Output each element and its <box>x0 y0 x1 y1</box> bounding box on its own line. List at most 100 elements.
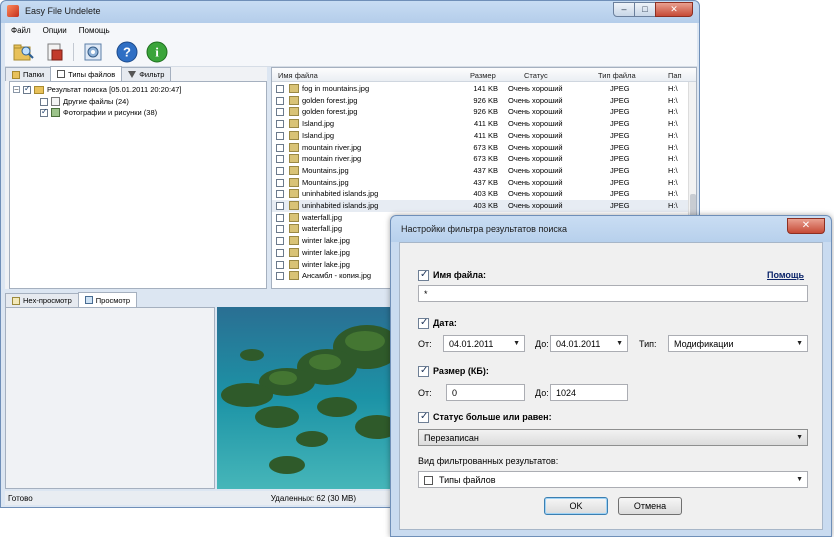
help-link[interactable]: Помощь <box>767 270 804 280</box>
file-row-checkbox[interactable] <box>276 96 284 105</box>
file-row-checkbox[interactable] <box>276 248 284 257</box>
view-select[interactable]: Типы файлов <box>418 471 808 488</box>
date-to-select[interactable]: 04.01.2011 <box>550 335 628 352</box>
date-type-select[interactable]: Модификации <box>668 335 808 352</box>
file-row-checkbox[interactable] <box>276 120 284 129</box>
file-name: Ансамбл - копия.jpg <box>302 271 372 281</box>
scan-folder-button[interactable] <box>11 40 35 64</box>
size-checkbox[interactable] <box>418 365 429 377</box>
jpeg-file-icon <box>289 84 299 93</box>
file-row[interactable]: Mountains.jpg 437 KB Очень хороший JPEG H:\ <box>272 177 690 189</box>
tree-item-checkbox[interactable] <box>40 97 48 106</box>
file-type-tree: – Результат поиска [05.01.2011 20:20:47]… <box>9 81 267 289</box>
folder-icon <box>34 85 44 94</box>
file-row-checkbox[interactable] <box>276 190 284 199</box>
dialog-close-button[interactable]: ✕ <box>787 218 825 234</box>
column-file-type[interactable]: Тип файла <box>598 71 636 80</box>
file-status: Очень хороший <box>508 107 563 117</box>
file-row-checkbox[interactable] <box>276 237 284 246</box>
file-folder: H:\ <box>668 95 678 105</box>
tab-hex-view[interactable]: Hex-просмотр <box>5 293 79 307</box>
size-to-input[interactable]: 1024 <box>550 384 628 401</box>
tree-root[interactable]: – Результат поиска [05.01.2011 20:20:47] <box>13 84 182 95</box>
file-row-checkbox[interactable] <box>276 108 284 117</box>
file-row-checkbox[interactable] <box>276 85 284 93</box>
menu-file[interactable]: Файл <box>5 26 37 35</box>
jpeg-file-icon <box>289 119 299 129</box>
file-row[interactable]: Island.jpg 411 KB Очень хороший JPEG H:\ <box>272 118 690 130</box>
file-name: waterfall.jpg <box>302 224 343 234</box>
tab-preview[interactable]: Просмотр <box>77 292 138 307</box>
file-row-checkbox[interactable] <box>276 155 284 164</box>
help-button[interactable]: ? <box>115 40 139 64</box>
file-row-checkbox[interactable] <box>276 213 284 222</box>
file-row-checkbox[interactable] <box>276 166 284 175</box>
status-select[interactable]: Перезаписан <box>418 429 808 446</box>
recover-button[interactable] <box>43 40 67 64</box>
tab-filter[interactable]: Фильтр <box>121 67 172 81</box>
filename-checkbox[interactable] <box>418 269 429 281</box>
file-row-checkbox[interactable] <box>276 272 284 281</box>
tree-root-checkbox[interactable] <box>23 84 31 94</box>
maximize-button[interactable]: □ <box>634 2 656 17</box>
cancel-button[interactable]: Отмена <box>618 497 682 515</box>
tab-folders[interactable]: Папки <box>5 67 52 81</box>
toolbar: ? i <box>5 37 697 67</box>
column-status[interactable]: Статус <box>524 71 548 80</box>
about-button[interactable]: i <box>145 40 169 64</box>
info-icon: i <box>146 41 168 63</box>
file-row[interactable]: fog in mountains.jpg 141 KB Очень хороший J… <box>272 83 690 95</box>
date-checkbox[interactable] <box>418 317 429 329</box>
file-row[interactable]: golden forest.jpg 926 KB Очень хороший JPEG… <box>272 95 690 107</box>
close-button[interactable]: ✕ <box>655 2 693 17</box>
tree-item-other[interactable]: Другие файлы (24) <box>40 96 129 107</box>
file-folder: H:\ <box>668 107 678 117</box>
file-row[interactable]: golden forest.jpg 926 KB Очень хороший JPEG… <box>272 106 690 118</box>
image-icon <box>51 108 60 117</box>
file-type: JPEG <box>610 177 630 187</box>
jpeg-file-icon <box>289 154 299 164</box>
minimize-button[interactable]: – <box>613 2 635 17</box>
preview-pane-blank <box>5 307 215 489</box>
file-row-checkbox[interactable] <box>276 143 284 152</box>
column-filename[interactable]: Имя файла <box>278 71 318 80</box>
file-row-checkbox[interactable] <box>276 260 284 269</box>
app-icon <box>7 5 19 17</box>
file-size: 403 KB <box>473 189 498 199</box>
status-checkbox[interactable] <box>418 411 429 423</box>
jpeg-file-icon <box>289 107 299 117</box>
preview-icon <box>84 296 93 304</box>
file-folder: H:\ <box>668 154 678 164</box>
file-name: winter lake.jpg <box>302 236 350 246</box>
file-row-checkbox[interactable] <box>276 178 284 187</box>
tree-item-checkbox[interactable] <box>40 107 48 117</box>
jpeg-file-icon <box>289 165 299 175</box>
file-folder: H:\ <box>668 189 678 199</box>
ok-button[interactable]: OK <box>544 497 608 515</box>
menu-help[interactable]: Помощь <box>73 26 116 35</box>
collapse-icon[interactable]: – <box>13 86 20 93</box>
menu-options[interactable]: Опции <box>37 26 73 35</box>
file-row-checkbox[interactable] <box>276 225 284 234</box>
column-size[interactable]: Размер <box>470 71 496 80</box>
filename-input[interactable]: * <box>418 285 808 302</box>
file-row[interactable]: mountain river.jpg 673 KB Очень хороший JPE… <box>272 153 690 165</box>
file-row-checkbox[interactable] <box>276 131 284 140</box>
file-row[interactable]: uninhabited islands.jpg 403 KB Очень хорош… <box>272 188 690 200</box>
file-folder: H:\ <box>668 142 678 152</box>
settings-button[interactable] <box>81 40 105 64</box>
tree-item-photos[interactable]: Фотографии и рисунки (38) <box>40 107 157 118</box>
file-row[interactable]: uninhabited islands.jpg 403 KB Очень хорош… <box>272 200 690 212</box>
file-type: JPEG <box>610 130 630 140</box>
file-row-checkbox[interactable] <box>276 202 284 210</box>
file-row[interactable]: Island.jpg 411 KB Очень хороший JPEG H:\ <box>272 130 690 142</box>
file-types-icon <box>424 476 433 485</box>
column-folder[interactable]: Пап <box>668 71 682 80</box>
file-row[interactable]: mountain river.jpg 673 KB Очень хороший JPE… <box>272 142 690 154</box>
file-size: 403 KB <box>473 201 498 210</box>
gear-icon <box>84 43 102 61</box>
size-from-input[interactable]: 0 <box>446 384 525 401</box>
tab-file-types[interactable]: Типы файлов <box>50 66 123 81</box>
date-from-select[interactable]: 04.01.2011 <box>443 335 525 352</box>
file-row[interactable]: Mountains.jpg 437 KB Очень хороший JPEG H:\ <box>272 165 690 177</box>
